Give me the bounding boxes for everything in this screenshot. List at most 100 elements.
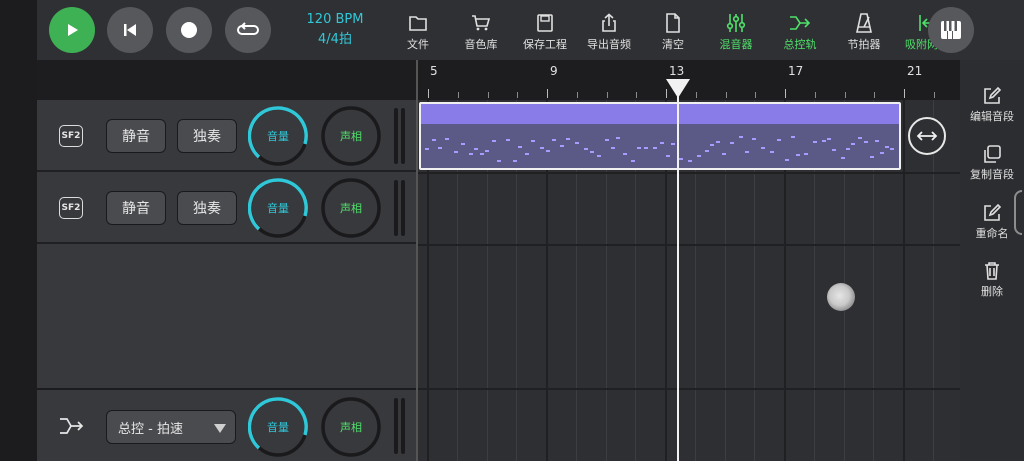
save-project-label: 保存工程	[523, 38, 567, 51]
play-button[interactable]	[49, 7, 95, 53]
midi-note	[644, 147, 648, 149]
ruler-tick	[755, 92, 757, 98]
mixer-label: 混音器	[719, 38, 753, 51]
file-button[interactable]: 文件	[386, 12, 450, 52]
midi-note	[616, 137, 620, 139]
midi-note	[513, 160, 517, 162]
midi-note	[611, 147, 615, 149]
grid-line	[932, 100, 934, 461]
midi-note	[497, 160, 501, 162]
track-header-1: SF2 静音 独奏 音量 声相	[37, 100, 416, 172]
midi-note	[777, 139, 781, 141]
master-track-button[interactable]: 总控轨	[768, 12, 832, 52]
loop-button[interactable]	[225, 7, 271, 53]
master-pan-knob[interactable]: 声相	[321, 397, 381, 457]
ruler-spacer	[37, 60, 416, 100]
midi-note	[822, 140, 826, 142]
midi-note	[605, 139, 609, 141]
horizontal-arrows-icon	[916, 131, 938, 141]
sound-library-label: 音色库	[464, 38, 498, 51]
grid-line	[903, 100, 905, 461]
meter-label: 4/4拍	[318, 32, 352, 47]
empty-track-area[interactable]	[37, 244, 416, 390]
midi-note	[485, 150, 489, 152]
ruler-tick	[576, 92, 578, 98]
mute-button[interactable]: 静音	[106, 119, 166, 153]
mute-button[interactable]: 静音	[106, 191, 166, 225]
screen-edge	[0, 0, 37, 461]
sf2-badge[interactable]: SF2	[59, 125, 83, 147]
solo-button[interactable]: 独奏	[177, 191, 237, 225]
timeline-grid[interactable]	[416, 100, 960, 461]
folder-icon	[409, 16, 427, 31]
delete-button[interactable]: 删除	[960, 260, 1024, 299]
export-audio-button[interactable]: 导出音频	[577, 12, 641, 52]
delete-label: 删除	[981, 285, 1003, 298]
caret-down-icon	[214, 424, 226, 433]
top-toolbar: 120 BPM 4/4拍 文件 音色库 保存工程 导出音频 清空 混音器 总控轨…	[37, 0, 1024, 60]
share-icon	[602, 13, 616, 32]
midi-note	[474, 148, 478, 150]
midi-note	[631, 160, 635, 162]
ruler-label: 17	[788, 64, 804, 78]
midi-note	[671, 143, 675, 145]
playhead-line[interactable]	[677, 92, 679, 461]
midi-note	[785, 159, 789, 161]
midi-note	[590, 151, 594, 153]
pan-knob[interactable]: 声相	[321, 178, 381, 238]
sound-library-button[interactable]: 音色库	[449, 12, 513, 52]
touch-indicator	[827, 283, 855, 311]
volume-knob[interactable]: 音量	[247, 106, 308, 166]
midi-note	[492, 140, 496, 142]
copy-clip-button[interactable]: 复制音段	[960, 143, 1024, 182]
solo-button[interactable]: 独奏	[177, 119, 237, 153]
midi-note	[880, 152, 884, 154]
pan-label: 声相	[340, 202, 362, 215]
resize-clip-button[interactable]	[908, 117, 946, 155]
ruler-tick	[457, 92, 459, 98]
level-meter-right	[401, 108, 405, 164]
piano-keyboard-button[interactable]	[928, 7, 974, 53]
metronome-button[interactable]: 节拍器	[832, 12, 896, 52]
sf2-badge[interactable]: SF2	[59, 197, 83, 219]
midi-note	[552, 139, 556, 141]
midi-note	[730, 142, 734, 144]
midi-note	[846, 148, 850, 150]
ruler-tick	[725, 92, 727, 98]
track-separator	[418, 172, 960, 174]
edit-clip-button[interactable]: 编辑音段	[960, 85, 1024, 124]
playhead-marker[interactable]	[666, 79, 690, 98]
ruler-tick	[844, 92, 846, 98]
side-panel: 编辑音段 复制音段 重命名 删除	[960, 60, 1024, 461]
volume-knob[interactable]: 音量	[247, 178, 308, 238]
rewind-button[interactable]	[107, 7, 153, 53]
master-track-icon	[790, 16, 811, 30]
mixer-button[interactable]: 混音器	[704, 12, 768, 52]
master-param-select[interactable]: 总控 - 拍速	[106, 410, 236, 444]
master-volume-knob[interactable]: 音量	[247, 397, 308, 457]
midi-note	[531, 140, 535, 142]
midi-note	[791, 136, 795, 138]
tempo-display[interactable]: 120 BPM 4/4拍	[299, 10, 371, 50]
scroll-handle[interactable]	[1014, 190, 1022, 235]
record-button[interactable]	[166, 7, 212, 53]
save-project-button[interactable]: 保存工程	[513, 12, 577, 52]
midi-note	[813, 141, 817, 143]
bpm-label: 120 BPM	[306, 12, 364, 27]
ruler-tick	[785, 89, 786, 98]
midi-note	[540, 147, 544, 149]
midi-note	[518, 146, 522, 148]
midi-note	[660, 142, 664, 144]
ruler-tick	[874, 92, 876, 98]
level-meter-right	[401, 180, 405, 236]
volume-label: 音量	[267, 130, 289, 143]
midi-note	[425, 148, 429, 150]
clear-button[interactable]: 清空	[641, 12, 705, 52]
edit-icon	[984, 86, 1002, 104]
midi-clip[interactable]	[419, 102, 901, 170]
midi-note	[688, 160, 692, 162]
copy-icon	[984, 145, 1001, 163]
export-audio-label: 导出音频	[587, 38, 631, 51]
pan-knob[interactable]: 声相	[321, 106, 381, 166]
ruler-label: 13	[669, 64, 685, 78]
